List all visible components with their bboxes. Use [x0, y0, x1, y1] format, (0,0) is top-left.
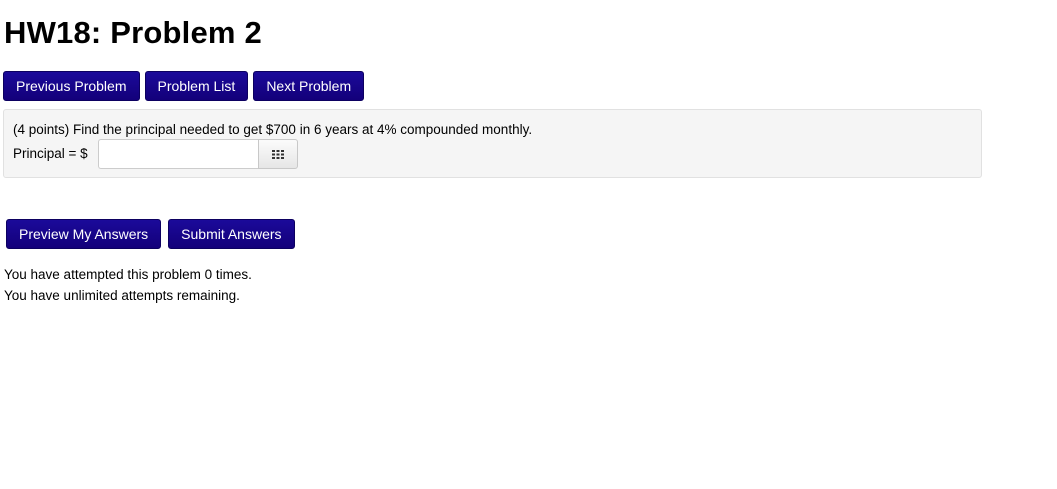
problem-statement: (4 points) Find the principal needed to …: [13, 122, 533, 137]
answer-actions: Preview My Answers Submit Answers: [6, 219, 295, 249]
previous-problem-button[interactable]: Previous Problem: [3, 71, 140, 101]
next-problem-button[interactable]: Next Problem: [253, 71, 365, 101]
attempts-count-text: You have attempted this problem 0 times.: [4, 267, 252, 282]
attempt-status: You have attempted this problem 0 times.…: [4, 264, 252, 306]
problem-list-button[interactable]: Problem List: [144, 71, 249, 101]
submit-answers-button[interactable]: Submit Answers: [168, 219, 295, 249]
preview-answers-button[interactable]: Preview My Answers: [6, 219, 162, 249]
math-keypad-button[interactable]: [258, 139, 298, 169]
grid-keypad-icon: [272, 149, 284, 159]
page-title: HW18: Problem 2: [4, 15, 262, 50]
principal-answer-input[interactable]: [98, 139, 258, 169]
answer-group: [98, 139, 298, 169]
attempts-remaining-text: You have unlimited attempts remaining.: [4, 288, 240, 303]
problem-box: (4 points) Find the principal needed to …: [3, 109, 982, 178]
problem-navigation: Previous Problem Problem List Next Probl…: [3, 71, 365, 101]
problem-page: HW18: Problem 2 Previous Problem Problem…: [0, 0, 1057, 489]
answer-label: Principal = $: [13, 146, 88, 161]
